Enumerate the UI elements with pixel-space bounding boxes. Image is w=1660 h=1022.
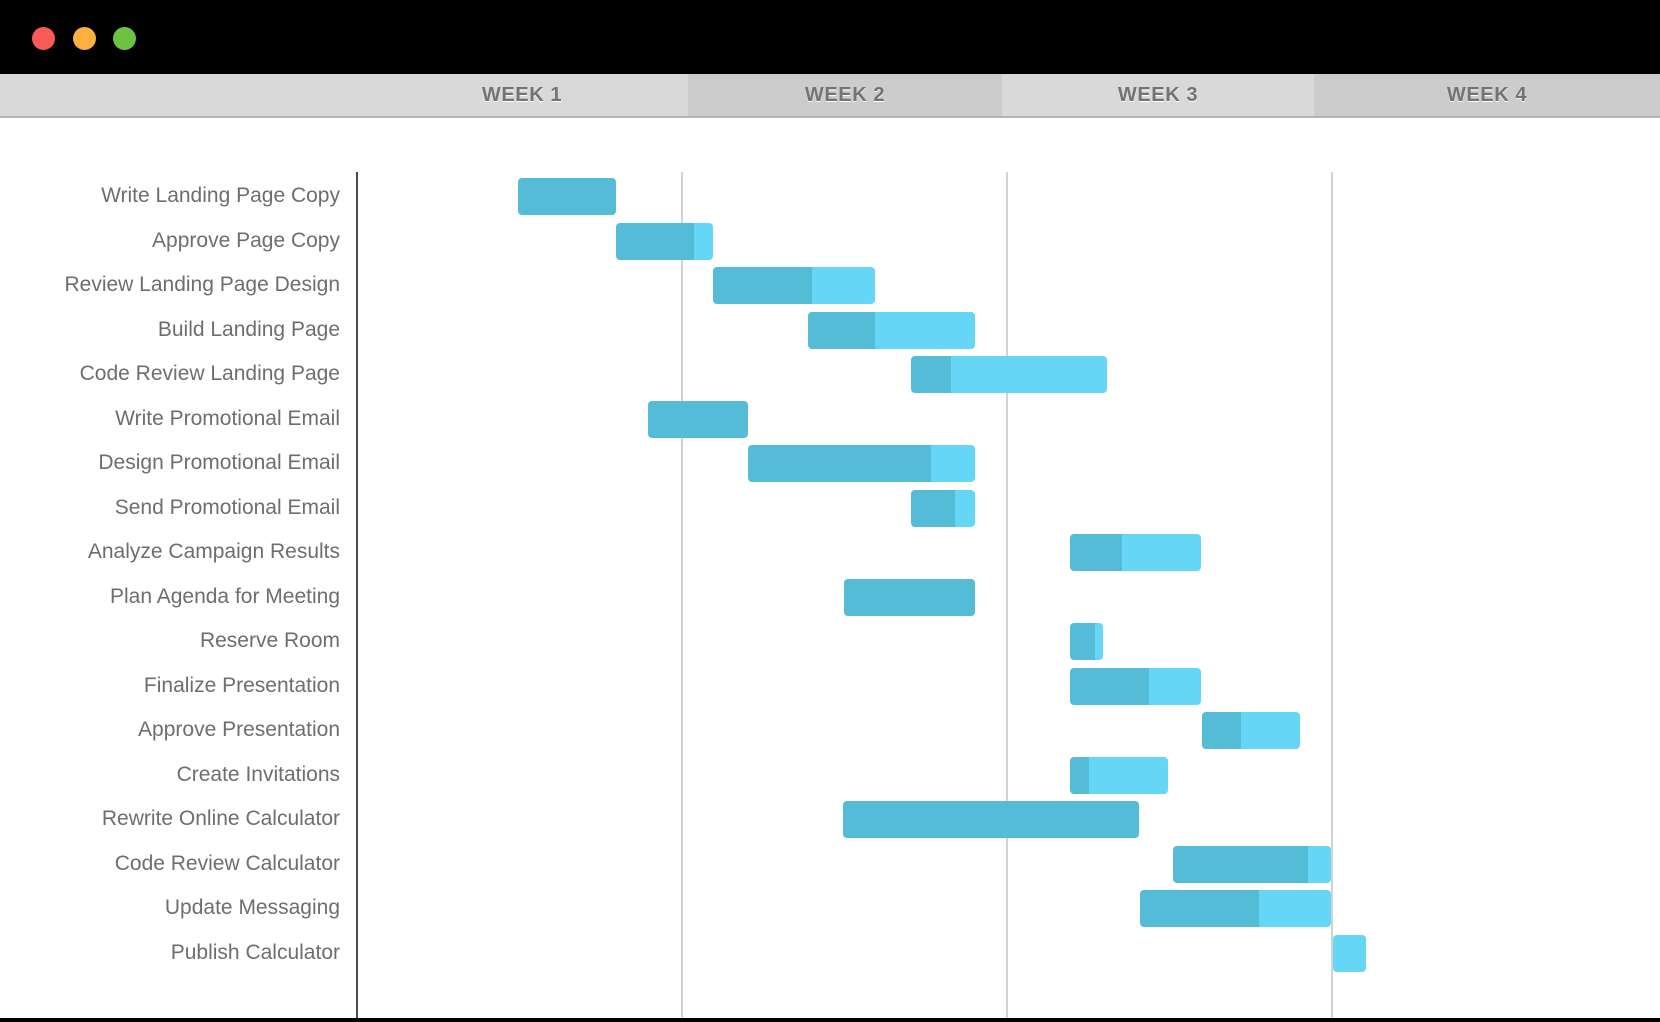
task-bar[interactable] — [0, 623, 1660, 660]
task-bar-remaining-segment[interactable] — [875, 311, 975, 349]
task-bar[interactable] — [0, 578, 1660, 616]
window-titlebar — [0, 0, 1660, 74]
task-bar-remaining-segment[interactable] — [951, 356, 1107, 393]
task-bar-completed-segment[interactable] — [713, 267, 812, 304]
task-bar[interactable] — [0, 311, 1660, 349]
timeline-header: WEEK 1 WEEK 2 WEEK 3 WEEK 4 — [0, 74, 1660, 118]
week-column-header: WEEK 3 — [1002, 74, 1314, 116]
task-bar-completed-segment[interactable] — [843, 801, 1139, 838]
task-bar-completed-segment[interactable] — [648, 400, 748, 438]
task-bar[interactable] — [0, 267, 1660, 304]
task-bar-completed-segment[interactable] — [1070, 667, 1149, 705]
task-bar-completed-segment[interactable] — [1070, 534, 1122, 571]
task-bar-completed-segment[interactable] — [616, 222, 694, 260]
task-bar-completed-segment[interactable] — [518, 178, 616, 215]
task-bar[interactable] — [0, 534, 1660, 571]
minimize-window-button[interactable] — [73, 27, 96, 50]
maximize-window-button[interactable] — [113, 27, 136, 50]
task-bar[interactable] — [0, 489, 1660, 527]
task-bar-completed-segment[interactable] — [911, 489, 955, 527]
task-bar-remaining-segment[interactable] — [1149, 667, 1201, 705]
task-bar[interactable] — [0, 801, 1660, 838]
header-label-gutter — [0, 74, 356, 116]
gantt-chart-window: WEEK 1 WEEK 2 WEEK 3 WEEK 4 Write Landing P… — [0, 0, 1660, 1022]
task-bar[interactable] — [0, 712, 1660, 749]
task-bar-completed-segment[interactable] — [1070, 756, 1089, 794]
task-bar[interactable] — [0, 445, 1660, 482]
task-bar[interactable] — [0, 178, 1660, 215]
task-bar-completed-segment[interactable] — [1202, 712, 1241, 749]
task-bar-remaining-segment[interactable] — [931, 445, 975, 482]
week-column-header: WEEK 4 — [1314, 74, 1660, 116]
task-bar-remaining-segment[interactable] — [694, 222, 713, 260]
task-bar-remaining-segment[interactable] — [1333, 934, 1366, 972]
task-bar-completed-segment[interactable] — [1070, 623, 1095, 660]
task-bar-completed-segment[interactable] — [1173, 845, 1308, 883]
gantt-chart-area: Write Landing Page Copy Approve Page Copy… — [0, 118, 1660, 1018]
week-column-header: WEEK 1 — [356, 74, 688, 116]
task-bar-completed-segment[interactable] — [844, 578, 975, 616]
task-bar-remaining-segment[interactable] — [1122, 534, 1201, 571]
task-bar-remaining-segment[interactable] — [1095, 623, 1103, 660]
task-bar[interactable] — [0, 400, 1660, 438]
task-bar-remaining-segment[interactable] — [1241, 712, 1300, 749]
task-bar-remaining-segment[interactable] — [1089, 756, 1168, 794]
task-bar[interactable] — [0, 667, 1660, 705]
task-bar[interactable] — [0, 934, 1660, 972]
task-bar-remaining-segment[interactable] — [1259, 890, 1331, 927]
task-bar[interactable] — [0, 890, 1660, 927]
window-bottom-edge — [0, 1018, 1660, 1022]
task-bar-completed-segment[interactable] — [808, 311, 875, 349]
task-bar[interactable] — [0, 845, 1660, 883]
task-bar[interactable] — [0, 222, 1660, 260]
week-column-header: WEEK 2 — [688, 74, 1002, 116]
task-bar-completed-segment[interactable] — [748, 445, 931, 482]
task-bar-remaining-segment[interactable] — [955, 489, 975, 527]
task-bar-completed-segment[interactable] — [1140, 890, 1259, 927]
task-bar-remaining-segment[interactable] — [1308, 845, 1331, 883]
close-window-button[interactable] — [32, 27, 55, 50]
task-bar-remaining-segment[interactable] — [812, 267, 875, 304]
task-bar-completed-segment[interactable] — [911, 356, 951, 393]
task-bar[interactable] — [0, 756, 1660, 794]
task-bar[interactable] — [0, 356, 1660, 393]
